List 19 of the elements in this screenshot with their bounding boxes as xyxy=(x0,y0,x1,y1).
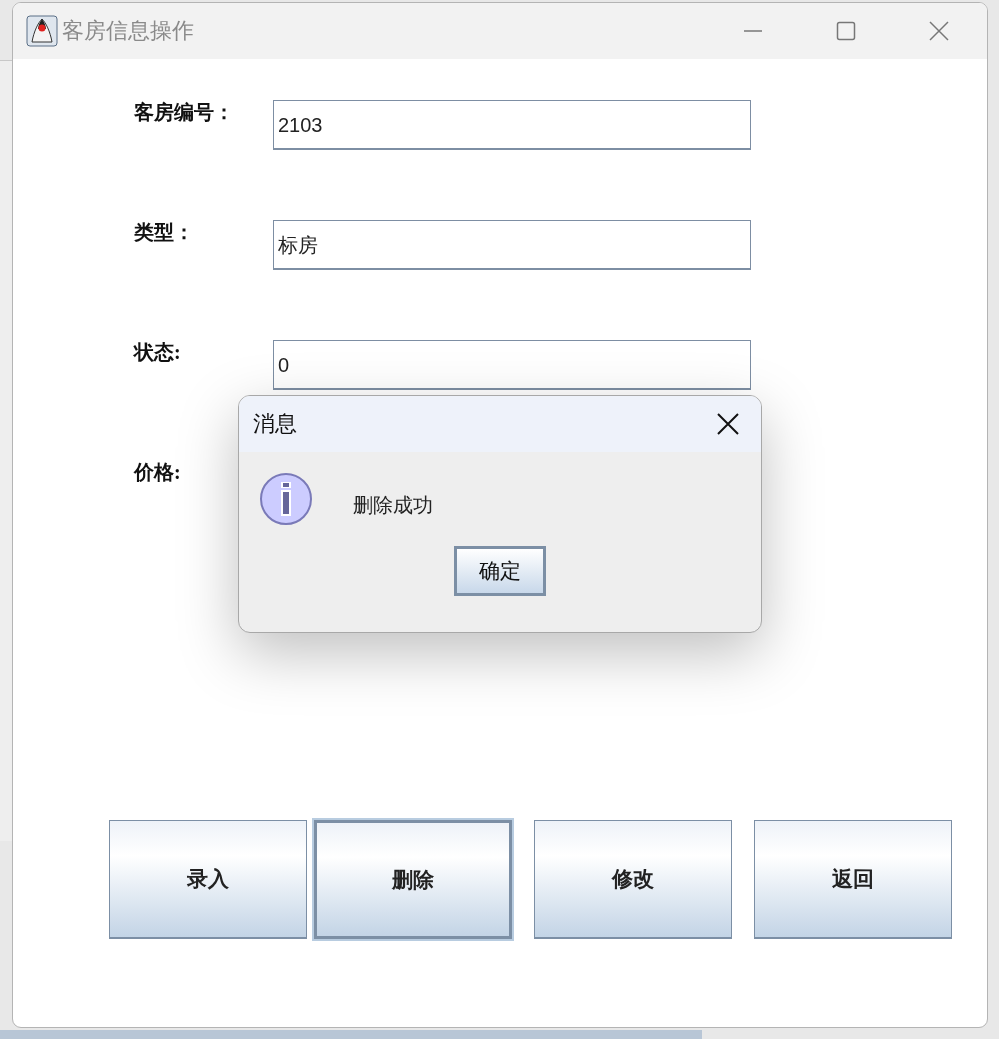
action-button[interactable]: 修改 xyxy=(534,820,732,939)
info-icon xyxy=(259,472,313,526)
field-label: 客房编号： xyxy=(134,100,235,124)
action-button[interactable]: 删除 xyxy=(314,820,512,939)
field-label: 价格: xyxy=(134,460,182,484)
text-field[interactable]: 0 xyxy=(273,340,751,390)
action-button[interactable]: 录入 xyxy=(109,820,307,939)
action-button[interactable]: 返回 xyxy=(754,820,952,939)
close-icon[interactable] xyxy=(717,413,739,435)
window-title: 客房信息操作 xyxy=(62,17,194,45)
app-icon xyxy=(26,15,58,47)
ok-button[interactable]: 确定 xyxy=(454,546,546,596)
text-field[interactable]: 2103 xyxy=(273,100,751,150)
field-label: 类型： xyxy=(134,220,195,244)
text-field[interactable]: 标房 xyxy=(273,220,751,270)
maximize-icon[interactable] xyxy=(836,21,856,41)
message-text: 删除成功 xyxy=(353,492,433,518)
dialog-title: 消息 xyxy=(253,410,297,438)
field-label: 状态: xyxy=(134,340,182,364)
